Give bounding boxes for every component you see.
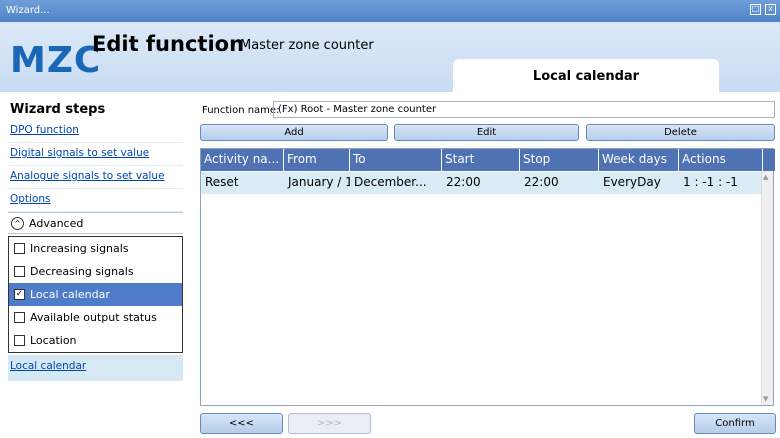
column-header-to[interactable]: To — [350, 149, 442, 171]
table-header: Activity na... From To Start Stop Week d… — [201, 149, 775, 171]
calendar-table: Activity na... From To Start Stop Week d… — [200, 148, 775, 406]
sidebar-current-step: Local calendar — [8, 355, 183, 381]
chevron-up-icon: ^ — [11, 216, 24, 230]
window-title: Wizard... — [6, 5, 50, 16]
advanced-list: Increasing signals Decreasing signals ✓ … — [8, 236, 183, 353]
advanced-item-label: Increasing signals — [30, 242, 129, 255]
advanced-item-label: Decreasing signals — [30, 265, 134, 278]
cell-activity: Reset — [205, 175, 239, 189]
confirm-button[interactable]: Confirm — [694, 413, 776, 434]
cell-actions: 1 : -1 : -1 — [683, 175, 738, 189]
cell-week-days: EveryDay — [603, 175, 661, 189]
function-name-label: Function name: — [202, 105, 280, 116]
column-header-week-days[interactable]: Week days — [599, 149, 679, 171]
column-header-from[interactable]: From — [284, 149, 350, 171]
column-header-stop[interactable]: Stop — [520, 149, 599, 171]
page-subtitle: Master zone counter — [240, 38, 374, 53]
close-icon[interactable]: x — [765, 4, 776, 15]
advanced-toggle[interactable]: ^ Advanced — [8, 212, 183, 234]
main-panel: Function name: (Fx) Root - Master zone c… — [186, 97, 780, 409]
advanced-item-decreasing-signals[interactable]: Decreasing signals — [9, 260, 182, 283]
table-row[interactable]: Reset January / 1 December... 22:00 22:0… — [201, 172, 763, 194]
scroll-up-icon[interactable]: ▲ — [763, 173, 768, 181]
cell-from: January / 1 — [288, 175, 350, 189]
sidebar-title: Wizard steps — [10, 102, 106, 117]
logo: MZC — [10, 40, 102, 81]
footer: <<< >>> Confirm — [186, 409, 780, 438]
back-button[interactable]: <<< — [200, 413, 283, 434]
checkbox[interactable] — [14, 335, 25, 346]
delete-button[interactable]: Delete — [586, 124, 775, 141]
checkbox[interactable] — [14, 243, 25, 254]
page-title: Edit function — [92, 32, 245, 56]
checkbox-checked[interactable]: ✓ — [14, 289, 25, 300]
maximize-icon[interactable]: □ — [750, 4, 761, 15]
column-header-activity[interactable]: Activity na... — [201, 149, 284, 171]
advanced-item-location[interactable]: Location — [9, 329, 182, 352]
cell-stop: 22:00 — [524, 175, 559, 189]
advanced-item-local-calendar[interactable]: ✓ Local calendar — [9, 283, 182, 306]
sidebar-link-digital-signals[interactable]: Digital signals to set value — [8, 143, 183, 166]
add-button[interactable]: Add — [200, 124, 388, 141]
advanced-item-label: Available output status — [30, 311, 157, 324]
sidebar-link-options[interactable]: Options — [8, 189, 183, 212]
tab-local-calendar[interactable]: Local calendar — [453, 59, 719, 92]
advanced-label: Advanced — [29, 216, 84, 230]
cell-to: December... — [354, 175, 427, 189]
column-header-start[interactable]: Start — [442, 149, 520, 171]
window-titlebar: Wizard... □ x — [0, 0, 780, 22]
column-header-actions[interactable]: Actions — [679, 149, 763, 171]
edit-button[interactable]: Edit — [394, 124, 579, 141]
advanced-item-available-output-status[interactable]: Available output status — [9, 306, 182, 329]
next-button[interactable]: >>> — [288, 413, 371, 434]
sidebar-link-dpo-function[interactable]: DPO function — [8, 120, 183, 143]
window-controls: □ x — [750, 4, 776, 15]
cell-start: 22:00 — [446, 175, 481, 189]
sidebar: Wizard steps DPO function Digital signal… — [8, 98, 183, 433]
scroll-down-icon[interactable]: ▼ — [763, 395, 768, 403]
checkbox[interactable] — [14, 312, 25, 323]
advanced-item-label: Location — [30, 334, 77, 347]
advanced-item-label: Local calendar — [30, 288, 110, 301]
sidebar-link-analogue-signals[interactable]: Analogue signals to set value — [8, 166, 183, 189]
sidebar-link-local-calendar[interactable]: Local calendar — [10, 360, 86, 372]
table-scrollbar[interactable]: ▲ ▼ — [761, 171, 773, 405]
checkbox[interactable] — [14, 266, 25, 277]
header: MZC Edit function Master zone counter Lo… — [0, 22, 780, 92]
advanced-item-increasing-signals[interactable]: Increasing signals — [9, 237, 182, 260]
function-name-field[interactable]: (Fx) Root - Master zone counter — [273, 101, 775, 118]
